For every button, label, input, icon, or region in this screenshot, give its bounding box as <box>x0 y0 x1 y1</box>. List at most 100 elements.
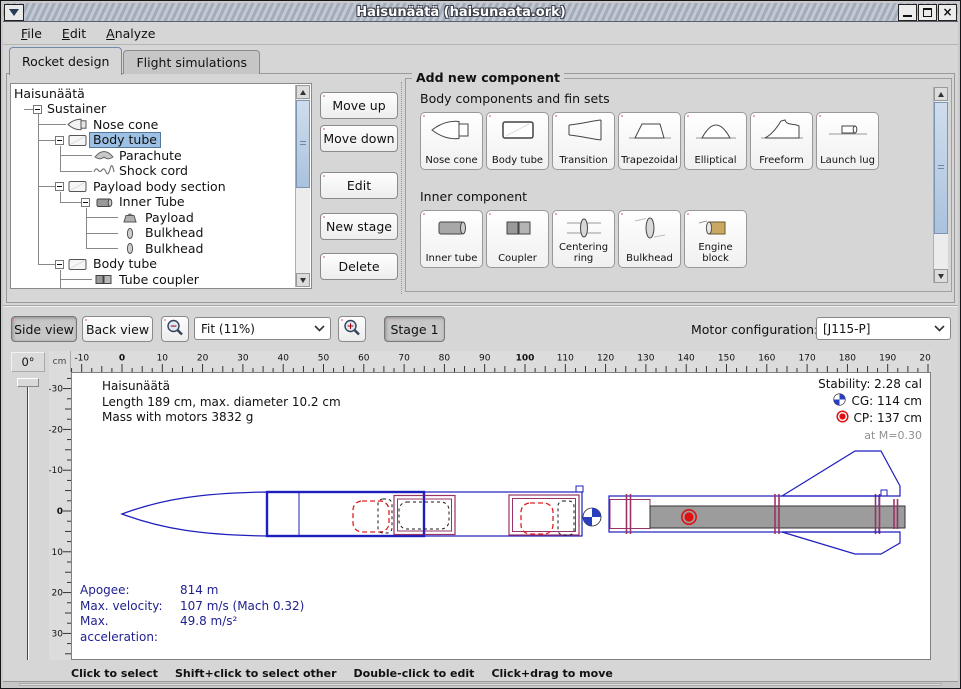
add-bulkhead-button[interactable]: Bulkhead <box>618 210 681 268</box>
flight-stat-value: 49.8 m/s² <box>180 614 237 645</box>
resize-grip[interactable] <box>19 683 942 686</box>
shock-cord-part[interactable] <box>378 499 392 533</box>
back-view-button[interactable]: Back view <box>82 316 153 342</box>
component-scrollbar-thumb[interactable] <box>934 102 948 234</box>
window-menu-button[interactable] <box>4 4 24 21</box>
rocket-canvas[interactable]: Haisunäätä Length 189 cm, max. diameter … <box>71 372 931 660</box>
bulkhead-part[interactable] <box>558 501 574 535</box>
tab-rocket-design[interactable]: Rocket design <box>9 47 122 75</box>
tree-collapse-toggle[interactable] <box>55 136 64 145</box>
stage-toggle-button[interactable]: Stage 1 <box>384 316 445 342</box>
nose-cone-part[interactable] <box>122 492 267 536</box>
tree-item-sustainer[interactable]: Sustainer <box>11 102 295 118</box>
tree-item-inner-tube[interactable]: Inner Tube <box>11 195 295 211</box>
add-centering-ring-button[interactable]: Centering ring <box>552 210 615 268</box>
launch-lug-part[interactable] <box>881 490 887 496</box>
tree-item-shock-cord[interactable]: Shock cord <box>11 164 295 180</box>
rotation-slider-thumb[interactable] <box>17 378 39 387</box>
inner-tube-icon <box>429 215 475 245</box>
move-down-button[interactable]: Move down <box>320 125 398 152</box>
tree-guide-line <box>60 270 61 289</box>
hint-bar: Click to selectShift+click to select oth… <box>71 664 613 682</box>
add-nose-cone-button[interactable]: Nose cone <box>420 112 483 170</box>
menu-edit[interactable]: Edit <box>52 24 96 43</box>
bulkhead-icon <box>118 227 142 240</box>
tree-item-parachute[interactable]: Parachute <box>11 148 295 164</box>
parachute-part[interactable] <box>353 501 389 532</box>
tree-item-label: Sustainer <box>44 102 109 116</box>
tree-item-bulkhead[interactable]: Bulkhead <box>11 241 295 257</box>
payload-part[interactable] <box>521 503 553 534</box>
new-stage-button[interactable]: New stage <box>320 213 398 240</box>
component-button-label: Launch lug <box>820 156 875 167</box>
move-up-button[interactable]: Move up <box>320 92 398 119</box>
menu-analyze[interactable]: Analyze <box>96 24 165 43</box>
tree-item-nose-cone[interactable]: Nose cone <box>11 117 295 133</box>
group-label-inner-component: Inner component <box>420 189 527 204</box>
fin-set-part[interactable] <box>782 451 900 554</box>
delete-button[interactable]: Delete <box>320 253 398 280</box>
edit-button[interactable]: Edit <box>320 172 398 199</box>
flight-stat-label: Apogee: <box>80 583 180 599</box>
close-button[interactable]: × <box>938 4 957 21</box>
minimize-button[interactable] <box>898 4 917 21</box>
tree-item-body-tube[interactable]: Body tube <box>11 257 295 273</box>
inner-tube-part[interactable] <box>509 495 579 535</box>
tree-item-payload-body-section[interactable]: Payload body section <box>11 179 295 195</box>
zoom-out-button[interactable]: − <box>161 316 189 342</box>
flight-stat-label: Max. velocity: <box>80 599 180 615</box>
scroll-up-icon[interactable] <box>296 85 310 99</box>
vertical-ruler: -30-20-100102030 <box>49 372 71 660</box>
svg-text:0: 0 <box>119 354 125 364</box>
rotation-slider[interactable] <box>27 380 29 660</box>
tree-collapse-toggle[interactable] <box>55 182 64 191</box>
add-engine-block-button[interactable]: Engine block <box>684 210 747 268</box>
tree-scrollbar[interactable] <box>295 85 310 287</box>
hint-text: Click to select <box>71 667 158 680</box>
tree-item-bulkhead[interactable]: Bulkhead <box>11 288 295 290</box>
motor-configuration-select[interactable]: [J115-P] <box>816 317 951 340</box>
tree-scrollbar-thumb[interactable] <box>296 100 310 188</box>
component-scrollbar[interactable] <box>933 87 948 283</box>
side-view-button[interactable]: Side view <box>11 316 77 342</box>
add-transition-button[interactable]: Transition <box>552 112 615 170</box>
tree-item-haisun-t[interactable]: Haisunäätä <box>11 86 295 102</box>
scroll-down-icon[interactable] <box>934 269 948 283</box>
zoom-select[interactable]: Fit (11%) <box>194 317 331 340</box>
add-coupler-button[interactable]: Coupler <box>486 210 549 268</box>
cp-icon <box>836 410 849 428</box>
tree-item-bulkhead[interactable]: Bulkhead <box>11 226 295 242</box>
tree-collapse-toggle[interactable] <box>55 260 64 269</box>
transition-icon <box>561 117 607 147</box>
add-body-tube-button[interactable]: Body tube <box>486 112 549 170</box>
window-menu-icon <box>9 9 19 16</box>
tree-item-tube-coupler[interactable]: Tube coupler <box>11 272 295 288</box>
add-inner-tube-button[interactable]: Inner tube <box>420 210 483 268</box>
add-launch-lug-button[interactable]: Launch lug <box>816 112 879 170</box>
chevron-down-icon <box>928 318 950 339</box>
add-elliptical-button[interactable]: Elliptical <box>684 112 747 170</box>
tree-guide-line <box>60 146 61 172</box>
svg-text:120: 120 <box>597 354 614 364</box>
add-trapezoidal-button[interactable]: Trapezoidal <box>618 112 681 170</box>
trapezoidal-icon <box>627 117 673 147</box>
tree-connector <box>38 124 66 125</box>
svg-text:170: 170 <box>799 354 816 364</box>
tree-item-body-tube[interactable]: Body tube <box>11 133 295 149</box>
tree-collapse-toggle[interactable] <box>81 198 90 207</box>
add-freeform-button[interactable]: Freeform <box>750 112 813 170</box>
zoom-in-button[interactable]: + <box>338 316 366 342</box>
launch-lug-part[interactable] <box>576 486 583 492</box>
scroll-up-icon[interactable] <box>934 87 948 101</box>
tree-item-label: Shock cord <box>116 164 191 178</box>
maximize-button[interactable] <box>918 4 937 21</box>
scroll-down-icon[interactable] <box>296 273 310 287</box>
svg-text:70: 70 <box>398 354 410 364</box>
tree-collapse-toggle[interactable] <box>33 105 42 114</box>
tree-item-label: Nose cone <box>90 118 161 132</box>
tab-flight-simulations[interactable]: Flight simulations <box>123 50 260 74</box>
tree-item-payload[interactable]: Payload <box>11 210 295 226</box>
nose-cone-icon <box>429 117 475 147</box>
component-tree[interactable]: HaisunäätäSustainerNose coneBody tubePar… <box>10 83 312 289</box>
menu-file[interactable]: File <box>11 24 52 43</box>
